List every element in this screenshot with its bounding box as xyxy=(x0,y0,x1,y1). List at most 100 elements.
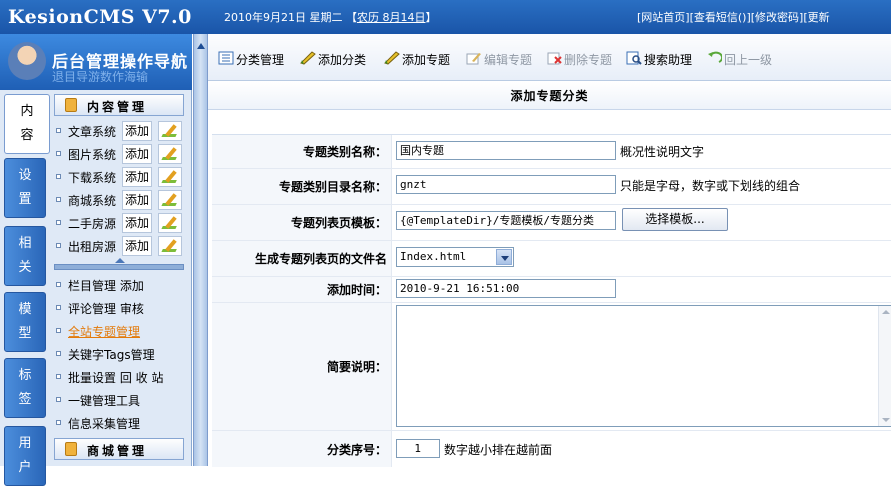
menu-link-label[interactable]: 栏目管理 添加 xyxy=(68,277,144,294)
main-content: 分类管理 添加分类 添加专题 编辑专题 删除专题 搜索助理 回上一级 添加专题分… xyxy=(208,34,891,467)
time-label: 添加时间： xyxy=(212,277,392,302)
edit-pencil-icon[interactable] xyxy=(158,121,182,141)
menu-link-label[interactable]: 批量设置 回 收 站 xyxy=(68,369,163,386)
section-title: 内容管理 xyxy=(87,100,148,114)
bullet-icon xyxy=(56,128,61,133)
vtab-settings[interactable]: 设置 xyxy=(4,158,46,218)
system-link[interactable]: 二手房源 xyxy=(68,215,116,232)
edit-icon xyxy=(466,53,481,65)
header-links[interactable]: [网站首页][查看短信()][修改密码][更新 xyxy=(637,9,830,25)
name-label: 专题类别名称： xyxy=(212,135,392,168)
vtab-model[interactable]: 模型 xyxy=(4,292,46,352)
delete-icon xyxy=(547,52,562,65)
nav-header: 后台管理操作导航 退目导游数作海输 xyxy=(0,34,192,90)
system-link[interactable]: 图片系统 xyxy=(68,146,116,163)
shop-section-header[interactable]: 商城管理 xyxy=(54,438,184,460)
menu-link[interactable]: 评论管理 审核 xyxy=(54,297,184,319)
system-link[interactable]: 商城系统 xyxy=(68,192,116,209)
nav-title-reflection: 退目导游数作海输 xyxy=(52,70,149,82)
pencil-add-icon xyxy=(384,51,400,65)
vtab-tags[interactable]: 标签 xyxy=(4,358,46,418)
collapse-divider[interactable] xyxy=(54,258,184,270)
bullet-icon xyxy=(56,374,61,379)
toolbar-label: 编辑专题 xyxy=(484,53,533,67)
menu-link[interactable]: 一键管理工具 xyxy=(54,389,184,411)
folder-icon xyxy=(65,442,77,456)
description-textarea[interactable] xyxy=(396,305,891,427)
bullet-icon xyxy=(56,328,61,333)
template-path-input[interactable]: {@TemplateDir}/专题模板/专题分类 xyxy=(396,211,616,230)
list-icon xyxy=(218,51,234,65)
form-row-time: 添加时间： 2010-9-21 16:51:00 xyxy=(212,277,891,303)
vtab-related[interactable]: 相关 xyxy=(4,226,46,286)
edit-pencil-icon[interactable] xyxy=(158,236,182,256)
toolbar-label: 删除专题 xyxy=(564,53,613,67)
app-logo: KesionCMS V7.0 xyxy=(8,6,192,28)
scroll-up-icon[interactable] xyxy=(882,310,890,314)
header-date: 2010年9月21日 星期二 【农历 8月14日】 xyxy=(224,9,437,25)
collapse-arrow-icon[interactable] xyxy=(197,43,205,49)
add-button[interactable]: 添加 xyxy=(122,144,152,164)
menu-link[interactable]: 关键字Tags管理 xyxy=(54,343,184,365)
vtab-label: 内容 xyxy=(20,104,34,143)
bullet-icon xyxy=(56,397,61,402)
choose-template-button[interactable]: 选择模板... xyxy=(622,208,728,231)
page-title: 添加专题分类 xyxy=(208,82,891,110)
form-row-order: 分类序号： 1 数字越小排在越前面 xyxy=(212,431,891,467)
menu-link-label[interactable]: 一键管理工具 xyxy=(68,392,140,409)
lunar-date-link[interactable]: 农历 8月14日 xyxy=(357,11,426,24)
search-icon xyxy=(626,51,642,65)
add-time-input[interactable]: 2010-9-21 16:51:00 xyxy=(396,279,616,298)
bullet-icon xyxy=(56,351,61,356)
panel-splitter[interactable] xyxy=(193,34,208,466)
menu-link-label[interactable]: 评论管理 审核 xyxy=(68,300,144,317)
vtab-content[interactable]: 内容 xyxy=(4,94,50,154)
system-link[interactable]: 下载系统 xyxy=(68,169,116,186)
toolbar-label: 搜索助理 xyxy=(644,53,693,67)
toolbar: 分类管理 添加分类 添加专题 编辑专题 删除专题 搜索助理 回上一级 xyxy=(208,34,891,81)
name-hint: 概况性说明文字 xyxy=(620,145,705,159)
edit-pencil-icon[interactable] xyxy=(158,144,182,164)
menu-link[interactable]: 栏目管理 添加 xyxy=(54,274,184,296)
add-button[interactable]: 添加 xyxy=(122,167,152,187)
menu-link-label[interactable]: 全站专题管理 xyxy=(68,323,140,340)
menu-link-label[interactable]: 信息采集管理 xyxy=(68,415,140,432)
edit-pencil-icon[interactable] xyxy=(158,213,182,233)
order-input[interactable]: 1 xyxy=(396,439,440,458)
system-link[interactable]: 文章系统 xyxy=(68,123,116,140)
system-row: 二手房源 添加 xyxy=(54,212,184,234)
edit-pencil-icon[interactable] xyxy=(158,190,182,210)
add-button[interactable]: 添加 xyxy=(122,236,152,256)
edit-pencil-icon[interactable] xyxy=(158,167,182,187)
toolbar-label: 添加分类 xyxy=(318,53,367,67)
system-row: 商城系统 添加 xyxy=(54,189,184,211)
lunar-open: 【 xyxy=(346,11,357,24)
bullet-icon xyxy=(56,282,61,287)
vtab-label: 标签 xyxy=(18,368,32,407)
topic-name-input[interactable]: 国内专题 xyxy=(396,141,616,160)
textarea-scrollbar[interactable] xyxy=(878,306,891,426)
chevron-down-icon[interactable] xyxy=(496,249,512,265)
folder-icon xyxy=(65,98,77,112)
filename-select[interactable]: Index.html xyxy=(396,247,514,267)
template-label: 专题列表页模板： xyxy=(212,205,392,240)
menu-link-label[interactable]: 关键字Tags管理 xyxy=(68,346,155,363)
form-row-desc: 简要说明： xyxy=(212,303,891,431)
system-link[interactable]: 出租房源 xyxy=(68,238,116,255)
vtab-users[interactable]: 用户 xyxy=(4,426,46,486)
scroll-down-icon[interactable] xyxy=(882,418,890,422)
vtab-label: 相关 xyxy=(18,236,32,275)
menu-link[interactable]: 信息采集管理 xyxy=(54,412,184,434)
system-row: 下载系统 添加 xyxy=(54,166,184,188)
content-section-header[interactable]: 内容管理 xyxy=(54,94,184,116)
header-date-text: 2010年9月21日 星期二 xyxy=(224,11,343,24)
add-button[interactable]: 添加 xyxy=(122,213,152,233)
menu-link[interactable]: 批量设置 回 收 站 xyxy=(54,366,184,388)
topic-dir-input[interactable]: gnzt xyxy=(396,175,616,194)
menu-link-active[interactable]: 全站专题管理 xyxy=(54,320,184,342)
admin-avatar-icon xyxy=(8,42,46,80)
add-button[interactable]: 添加 xyxy=(122,121,152,141)
dir-label: 专题类别目录名称： xyxy=(212,169,392,204)
add-button[interactable]: 添加 xyxy=(122,190,152,210)
filename-label: 生成专题列表页的文件名 xyxy=(212,241,392,276)
